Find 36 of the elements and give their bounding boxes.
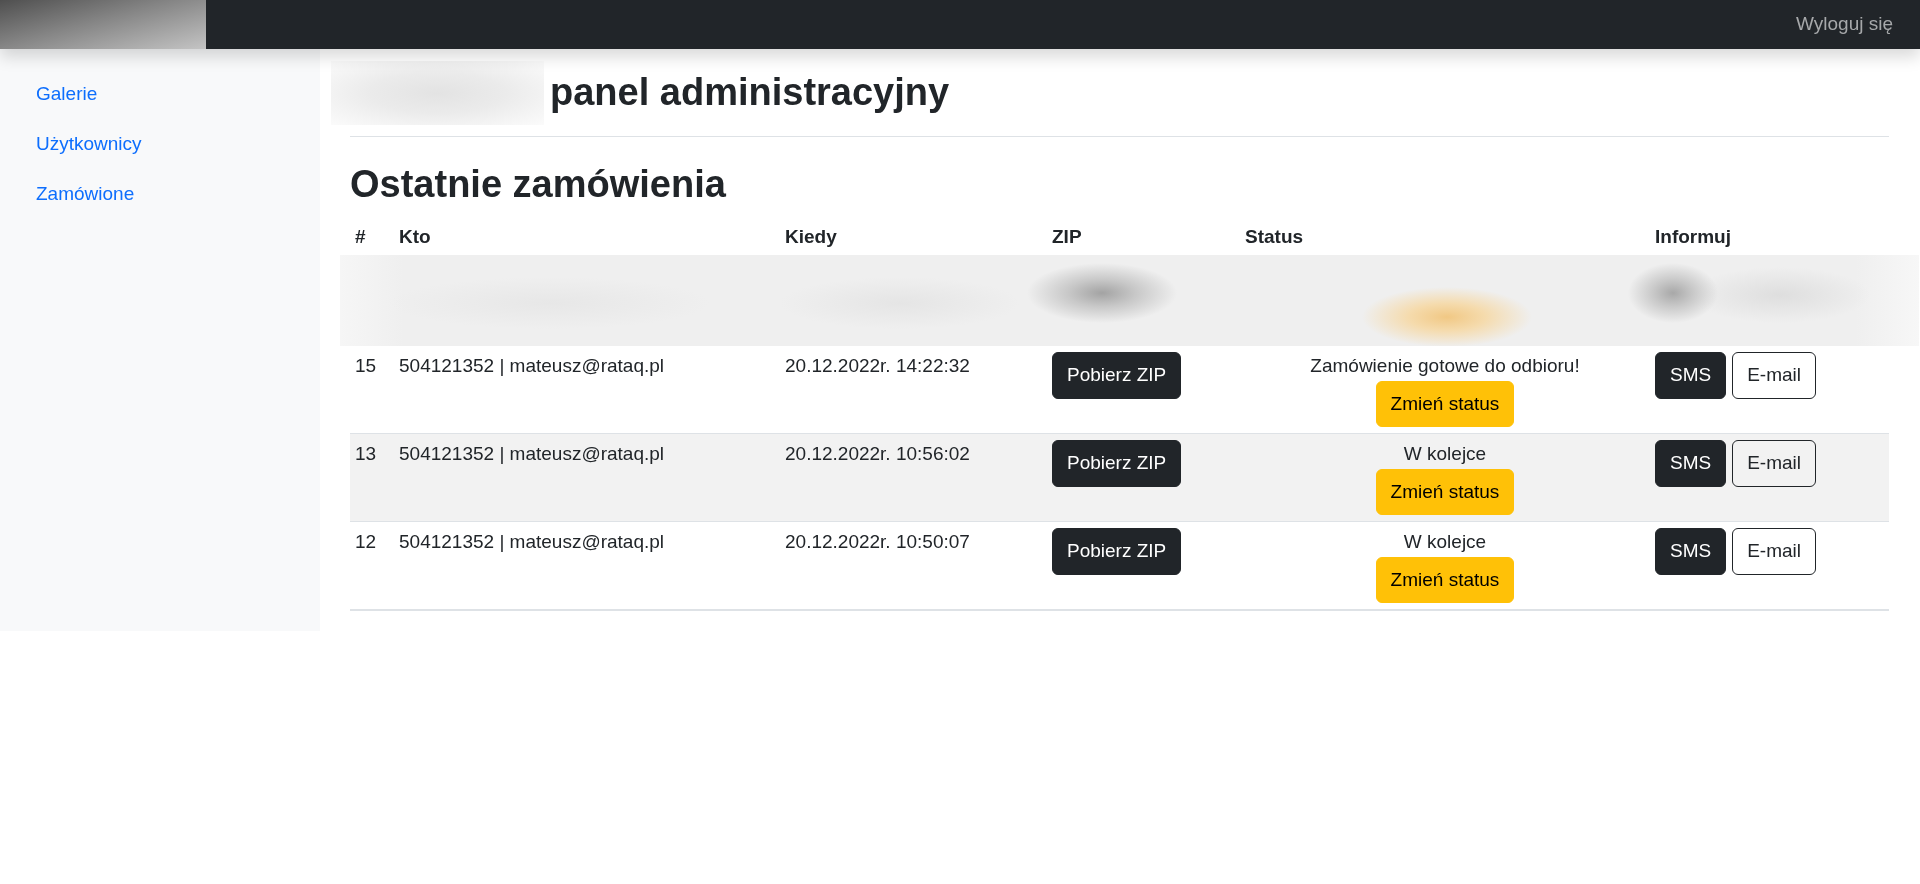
email-button[interactable]: E-mail xyxy=(1732,528,1817,575)
column-header: Kiedy xyxy=(780,218,1047,256)
column-header: ZIP xyxy=(1047,218,1240,256)
table-cell: 504121352 | mateusz@rataq.pl xyxy=(394,433,780,522)
change-status-button[interactable]: Zmień status xyxy=(1375,468,1515,516)
sidebar-link[interactable]: Zamówione xyxy=(0,169,171,219)
table-cell: 20.12.2022r. 14:22:32 xyxy=(780,346,1047,434)
status-text: Zamówienie gotowe do odbioru! xyxy=(1310,354,1580,379)
table-cell: 20.12.2022r. 10:50:07 xyxy=(780,521,1047,611)
download-zip-button[interactable]: Pobierz ZIP xyxy=(1052,352,1182,399)
email-button[interactable]: E-mail xyxy=(1732,352,1817,399)
logout-link[interactable]: Wyloguj się xyxy=(1796,10,1920,39)
sms-button[interactable]: SMS xyxy=(1655,528,1727,575)
sidebar-link[interactable]: Galerie xyxy=(0,69,134,119)
table-cell: 504121352 | mateusz@rataq.pl xyxy=(394,346,780,434)
sidebar-link[interactable]: Użytkownicy xyxy=(0,119,178,169)
change-status-button[interactable]: Zmień status xyxy=(1375,556,1515,604)
table-cell: 12 xyxy=(350,521,394,611)
table-cell: 504121352 | mateusz@rataq.pl xyxy=(394,521,780,611)
status-text: W kolejce xyxy=(1403,530,1487,555)
column-header: Kto xyxy=(394,218,780,256)
column-header: # xyxy=(350,218,394,256)
sms-button[interactable]: SMS xyxy=(1655,352,1727,399)
table-cell: 15 xyxy=(350,346,394,434)
status-text: W kolejce xyxy=(1403,442,1487,467)
sms-button[interactable]: SMS xyxy=(1655,440,1727,487)
download-zip-button[interactable]: Pobierz ZIP xyxy=(1052,440,1182,487)
email-button[interactable]: E-mail xyxy=(1732,440,1817,487)
page-title: panel administracyjny xyxy=(550,70,950,116)
table-cell: 20.12.2022r. 10:56:02 xyxy=(780,433,1047,522)
column-header: Status xyxy=(1240,218,1650,256)
download-zip-button[interactable]: Pobierz ZIP xyxy=(1052,528,1182,575)
table-cell: 13 xyxy=(350,433,394,522)
section-title: Ostatnie zamówienia xyxy=(350,162,727,207)
change-status-button[interactable]: Zmień status xyxy=(1375,380,1515,428)
column-header: Informuj xyxy=(1650,218,1889,256)
